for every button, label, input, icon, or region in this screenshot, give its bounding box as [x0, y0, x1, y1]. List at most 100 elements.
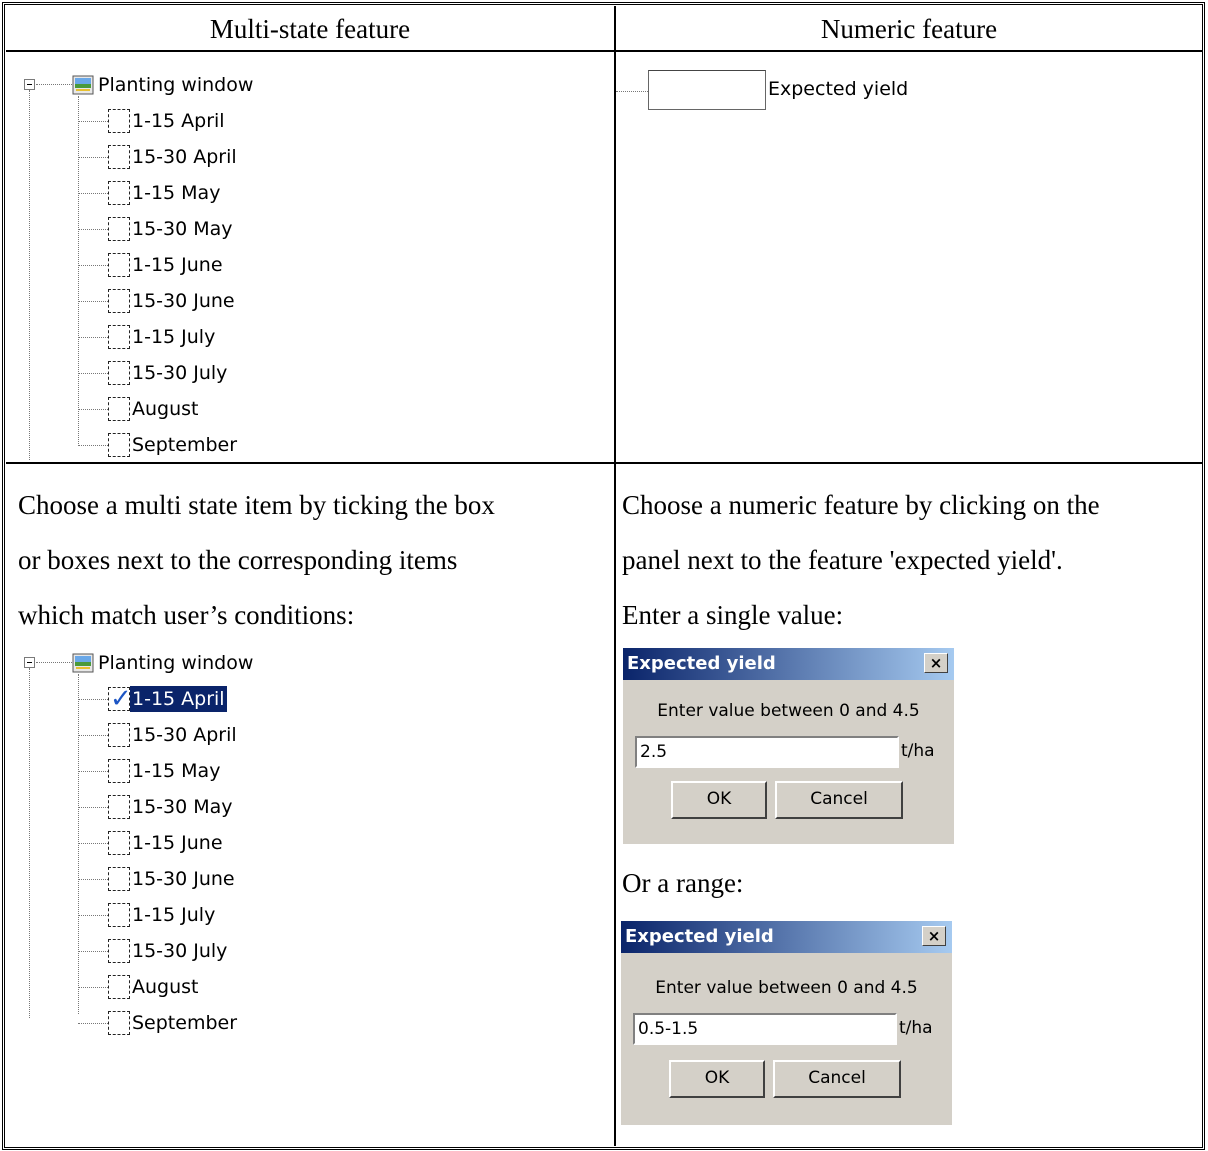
tree-item-label: 1-15 June [132, 832, 223, 854]
left-instruction-line-1: Choose a multi state item by ticking the… [18, 490, 495, 520]
tree-connector [78, 915, 108, 916]
tree-item[interactable]: 15-30 July [78, 938, 298, 964]
ok-button[interactable]: OK [669, 1060, 765, 1098]
item-checkbox[interactable] [108, 361, 130, 385]
planting-window-tree-selected: Planting window ✓ 1-15 April 15-30 April 1-… [24, 652, 324, 1035]
tree-item-label: September [132, 434, 238, 456]
item-checkbox[interactable] [108, 109, 130, 133]
expected-yield-label: Expected yield [768, 78, 909, 100]
tree-item-label: 1-15 July [132, 326, 216, 348]
tree-root[interactable]: Planting window [24, 74, 284, 98]
tree-item[interactable]: September [78, 432, 298, 458]
tree-item[interactable]: 15-30 June [78, 288, 298, 314]
tree-connector [78, 301, 108, 302]
cancel-button[interactable]: Cancel [773, 1060, 901, 1098]
tree-item-label: 1-15 July [132, 904, 216, 926]
tree-connector [616, 91, 648, 92]
dialog-title-bar: Expected yield × [621, 921, 952, 953]
item-checkbox[interactable]: ✓ [108, 684, 132, 714]
tree-item[interactable]: 15-30 June [78, 866, 298, 892]
tree-item-label: 1-15 April [132, 110, 225, 132]
tree-item[interactable]: 1-15 June [78, 252, 298, 278]
yield-range-input[interactable]: 0.5-1.5 [633, 1013, 897, 1045]
collapse-icon[interactable] [24, 657, 35, 668]
item-checkbox[interactable] [108, 289, 130, 313]
item-checkbox[interactable] [108, 145, 130, 169]
expected-yield-panel[interactable] [648, 70, 766, 110]
collapse-icon[interactable] [24, 79, 35, 90]
tree-connector [36, 84, 72, 85]
range-caption: Or a range: [622, 868, 744, 898]
yield-value-input[interactable]: 2.5 [635, 736, 899, 768]
header-multi-state: Multi-state feature [209, 14, 411, 44]
item-checkbox[interactable] [108, 939, 130, 963]
item-checkbox[interactable] [108, 867, 130, 891]
item-checkbox[interactable] [108, 723, 130, 747]
tree-root[interactable]: Planting window [24, 652, 284, 676]
tree-connector [78, 807, 108, 808]
close-icon[interactable]: × [924, 653, 948, 673]
item-checkbox[interactable] [108, 975, 130, 999]
tree-item[interactable]: September [78, 1010, 298, 1036]
ok-button[interactable]: OK [671, 781, 767, 819]
tree-spine [29, 90, 30, 460]
folder-image-icon [72, 653, 94, 673]
tree-item[interactable]: 15-30 July [78, 360, 298, 386]
tree-connector [78, 265, 108, 266]
tree-item[interactable]: 15-30 May [78, 794, 298, 820]
checkmark-icon: ✓ [110, 684, 132, 714]
left-instruction-line-2: or boxes next to the corresponding items [18, 545, 458, 575]
tree-item-label: 15-30 May [132, 218, 233, 240]
dialog-title: Expected yield [627, 653, 776, 674]
tree-item[interactable]: 15-30 April [78, 144, 298, 170]
expected-yield-dialog-range: Expected yield × Enter value between 0 a… [621, 921, 952, 1125]
tree-item[interactable]: 1-15 May [78, 180, 298, 206]
tree-connector [78, 735, 108, 736]
right-instruction-line-2: panel next to the feature 'expected yiel… [622, 545, 1063, 575]
item-checkbox[interactable] [108, 433, 130, 457]
item-checkbox[interactable] [108, 759, 130, 783]
tree-item[interactable]: August [78, 396, 298, 422]
header-divider [6, 50, 1202, 52]
tree-item-label: 15-30 June [132, 290, 235, 312]
dialog-title-bar: Expected yield × [623, 648, 954, 680]
tree-item[interactable]: 1-15 July [78, 324, 298, 350]
tree-item[interactable]: ✓ 1-15 April [78, 686, 298, 712]
tree-item[interactable]: 1-15 June [78, 830, 298, 856]
item-checkbox[interactable] [108, 397, 130, 421]
item-checkbox[interactable] [108, 831, 130, 855]
cancel-button[interactable]: Cancel [775, 781, 903, 819]
tree-item[interactable]: 1-15 May [78, 758, 298, 784]
right-instruction-line-1: Choose a numeric feature by clicking on … [622, 490, 1100, 520]
item-checkbox[interactable] [108, 795, 130, 819]
tree-item[interactable]: August [78, 974, 298, 1000]
item-checkbox[interactable] [108, 217, 130, 241]
right-instruction-line-3: Enter a single value: [622, 600, 844, 630]
tree-item-label: 15-30 April [132, 146, 237, 168]
tree-item-label: 15-30 July [132, 940, 228, 962]
item-checkbox[interactable] [108, 903, 130, 927]
unit-label: t/ha [901, 741, 935, 761]
tree-connector [78, 229, 108, 230]
tree-item-label: 15-30 July [132, 362, 228, 384]
item-checkbox[interactable] [108, 253, 130, 277]
item-checkbox[interactable] [108, 1011, 130, 1035]
tree-item-label: 1-15 April [130, 686, 227, 712]
tree-connector [78, 445, 108, 446]
column-divider [614, 6, 616, 1146]
dialog-title: Expected yield [625, 926, 774, 947]
item-checkbox[interactable] [108, 181, 130, 205]
tree-root-label: Planting window [98, 74, 254, 96]
tree-item[interactable]: 1-15 April [78, 108, 298, 134]
folder-image-icon [72, 75, 94, 95]
dialog-prompt: Enter value between 0 and 4.5 [657, 701, 920, 721]
dialog-prompt: Enter value between 0 and 4.5 [655, 978, 918, 998]
close-icon[interactable]: × [922, 926, 946, 946]
tree-item[interactable]: 15-30 May [78, 216, 298, 242]
tree-item[interactable]: 1-15 July [78, 902, 298, 928]
item-checkbox[interactable] [108, 325, 130, 349]
tree-item[interactable]: 15-30 April [78, 722, 298, 748]
tree-item-label: September [132, 1012, 238, 1034]
header-numeric: Numeric feature [820, 14, 998, 44]
left-instruction-line-3: which match user’s conditions: [18, 600, 355, 630]
